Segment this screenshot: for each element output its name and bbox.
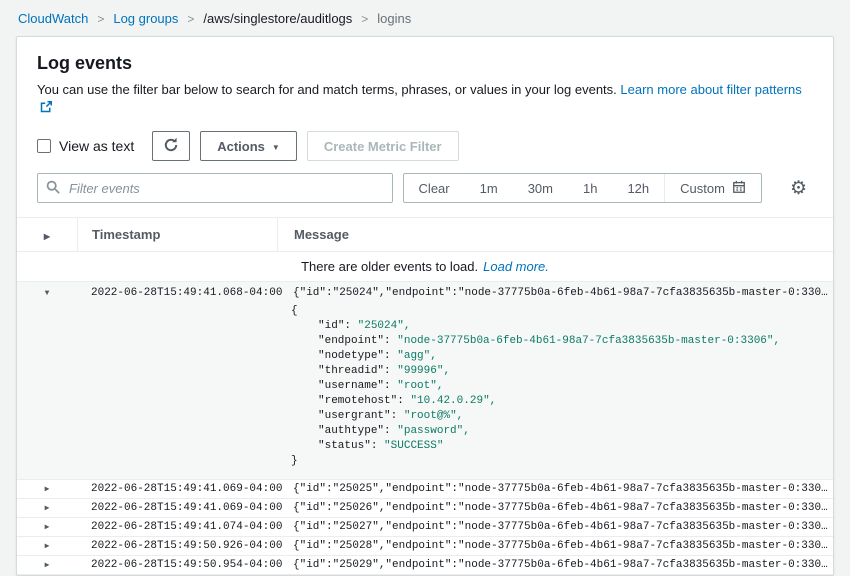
log-events-panel: Log events You can use the filter bar be… (16, 36, 834, 576)
event-message: {"id":"25029","endpoint":"node-37775b0a-… (277, 559, 833, 571)
toolbar: View as text Actions Create Metric Filte… (37, 131, 813, 161)
page-title: Log events (37, 53, 813, 74)
event-timestamp: 2022-06-28T15:49:41.069-04:00 (77, 502, 277, 514)
view-as-text-label: View as text (59, 138, 134, 154)
column-header-timestamp: Timestamp (77, 218, 277, 252)
table-header: Timestamp Message (17, 218, 833, 252)
breadcrumb-log-group-name[interactable]: /aws/singlestore/auditlogs (203, 11, 352, 26)
learn-more-label: Learn more about filter patterns (620, 82, 801, 97)
expand-row-icon[interactable] (45, 559, 50, 571)
actions-label: Actions (217, 139, 265, 154)
refresh-icon (163, 137, 179, 156)
json-line: statusSUCCESS (291, 439, 833, 454)
log-event-row[interactable]: 2022-06-28T15:49:50.926-04:00 {"id":"250… (17, 537, 833, 556)
refresh-button[interactable] (152, 131, 190, 161)
json-line: usergrantroot@% (291, 409, 833, 424)
event-timestamp: 2022-06-28T15:49:41.069-04:00 (77, 483, 277, 495)
breadcrumb-current-stream: logins (377, 11, 411, 26)
create-metric-filter-button[interactable]: Create Metric Filter (307, 131, 459, 161)
log-events-table: Timestamp Message There are older events… (17, 217, 833, 575)
event-timestamp: 2022-06-28T15:49:50.926-04:00 (77, 540, 277, 552)
collapse-row-icon[interactable] (45, 287, 50, 299)
load-more-link[interactable]: Load more. (483, 259, 549, 274)
json-line: endpointnode-37775b0a-6feb-4b61-98a7-7cf… (291, 334, 833, 349)
event-timestamp: 2022-06-28T15:49:41.068-04:00 (77, 287, 277, 299)
time-range-clear-button[interactable]: Clear (404, 174, 465, 202)
expand-row-icon[interactable] (45, 502, 50, 514)
event-timestamp: 2022-06-28T15:49:41.074-04:00 (77, 521, 277, 533)
event-message: {"id":"25027","endpoint":"node-37775b0a-… (277, 521, 833, 533)
json-line: usernameroot (291, 379, 833, 394)
json-line: threadid99996 (291, 364, 833, 379)
log-event-row[interactable]: 2022-06-28T15:49:41.074-04:00 {"id":"250… (17, 518, 833, 537)
event-message: {"id":"25025","endpoint":"node-37775b0a-… (277, 483, 833, 495)
log-event-row-expanded[interactable]: 2022-06-28T15:49:41.068-04:00 {"id":"250… (17, 282, 833, 480)
time-range-30m-button[interactable]: 30m (513, 174, 568, 202)
json-line: remotehost10.42.0.29 (291, 394, 833, 409)
event-message: {"id":"25026","endpoint":"node-37775b0a-… (277, 502, 833, 514)
filter-bar: Clear 1m 30m 1h 12h Custom (37, 173, 813, 203)
time-range-12h-button[interactable]: 12h (612, 174, 664, 202)
view-as-text-checkbox[interactable] (37, 139, 51, 153)
log-event-row[interactable]: 2022-06-28T15:49:41.069-04:00 {"id":"250… (17, 499, 833, 518)
time-range-1m-button[interactable]: 1m (465, 174, 513, 202)
event-message: {"id":"25024","endpoint":"node-37775b0a-… (277, 287, 833, 299)
expand-row-icon[interactable] (45, 540, 50, 552)
create-metric-filter-label: Create Metric Filter (324, 139, 442, 154)
json-line: nodetypeagg (291, 349, 833, 364)
breadcrumb-cloudwatch[interactable]: CloudWatch (18, 11, 88, 26)
chevron-right-icon (187, 11, 194, 26)
expand-all-icon[interactable] (44, 227, 50, 242)
caret-down-icon (272, 139, 280, 154)
event-message: {"id":"25028","endpoint":"node-37775b0a-… (277, 540, 833, 552)
expand-row-icon[interactable] (45, 521, 50, 533)
custom-range-label: Custom (680, 181, 725, 196)
event-timestamp: 2022-06-28T15:49:50.954-04:00 (77, 559, 277, 571)
chevron-right-icon (97, 11, 104, 26)
breadcrumb-log-groups[interactable]: Log groups (113, 11, 178, 26)
time-range-custom-button[interactable]: Custom (664, 174, 761, 202)
external-link-icon (37, 100, 52, 115)
older-events-row: There are older events to load. Load mor… (17, 252, 833, 282)
older-events-text: There are older events to load. (301, 259, 478, 274)
json-line: id25024 (291, 319, 833, 334)
column-header-message: Message (277, 218, 833, 252)
search-icon (46, 180, 60, 197)
chevron-right-icon (361, 11, 368, 26)
description-text: You can use the filter bar below to sear… (37, 82, 617, 97)
filter-events-searchbox (37, 173, 393, 203)
json-line: authtypepassword (291, 424, 833, 439)
gear-icon (790, 182, 807, 197)
expand-row-icon[interactable] (45, 483, 50, 495)
time-range-1h-button[interactable]: 1h (568, 174, 612, 202)
view-as-text-control[interactable]: View as text (37, 138, 134, 154)
log-event-row[interactable]: 2022-06-28T15:49:50.954-04:00 {"id":"250… (17, 556, 833, 575)
filter-events-input[interactable] (67, 180, 384, 197)
preferences-gear-button[interactable] (784, 175, 813, 202)
calendar-icon (732, 180, 746, 197)
log-event-row[interactable]: 2022-06-28T15:49:41.069-04:00 {"id":"250… (17, 480, 833, 499)
actions-button[interactable]: Actions (200, 131, 297, 161)
event-json-detail: id25024 endpointnode-37775b0a-6feb-4b61-… (291, 304, 833, 469)
time-range-group: Clear 1m 30m 1h 12h Custom (403, 173, 762, 203)
breadcrumb: CloudWatch Log groups /aws/singlestore/a… (0, 0, 850, 36)
page-description: You can use the filter bar below to sear… (37, 81, 813, 117)
